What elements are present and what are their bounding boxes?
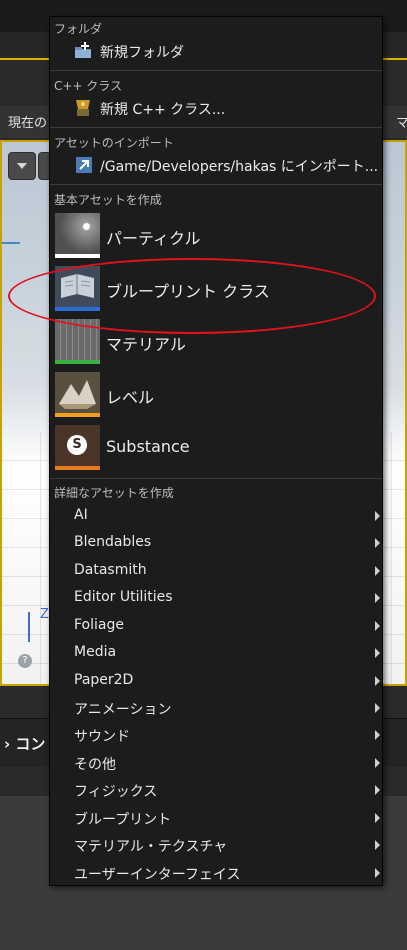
substance-icon: S	[55, 425, 100, 470]
menu-separator	[50, 184, 382, 185]
particle-menu-item[interactable]: パーティクル	[50, 211, 382, 261]
submenu-physics[interactable]: フィジックス	[50, 776, 382, 803]
new-folder-icon	[75, 42, 91, 58]
breadcrumb-label: 現在の	[8, 116, 48, 131]
submenu-foliage[interactable]: Foliage	[50, 612, 382, 639]
submenu-label: Datasmith	[74, 562, 147, 578]
chevron-right-icon	[375, 868, 380, 878]
content-browser-tab-label[interactable]: › コン	[4, 733, 45, 754]
new-cpp-class-menu-item[interactable]: 新規 C++ クラス...	[50, 94, 382, 122]
menu-separator	[50, 127, 382, 128]
import-menu-item[interactable]: /Game/Developers/hakas にインポート...	[50, 151, 382, 179]
submenu-editor-utilities[interactable]: Editor Utilities	[50, 584, 382, 611]
submenu-blendables[interactable]: Blendables	[50, 529, 382, 556]
chevron-right-icon	[375, 785, 380, 795]
level-label: レベル	[106, 388, 155, 407]
menu-separator	[50, 478, 382, 479]
chevron-right-icon	[375, 813, 380, 823]
chevron-right-icon	[375, 593, 380, 603]
substance-menu-item[interactable]: S Substance	[50, 423, 382, 473]
section-header-cpp: C++ クラス	[54, 79, 123, 93]
chevron-right-icon	[375, 538, 380, 548]
chevron-right-icon	[375, 758, 380, 768]
particle-label: パーティクル	[106, 229, 201, 248]
submenu-material-texture[interactable]: マテリアル・テクスチャ	[50, 831, 382, 858]
chevron-right-icon	[375, 648, 380, 658]
chevron-right-icon	[375, 840, 380, 850]
submenu-label: ユーザーインターフェイス	[74, 867, 241, 883]
viewport-options-button[interactable]	[8, 152, 36, 180]
section-header-folder: フォルダ	[54, 22, 103, 36]
submenu-label: Blendables	[74, 534, 152, 550]
submenu-label: その他	[74, 757, 116, 773]
submenu-label: Foliage	[74, 617, 124, 633]
submenu-user-interface[interactable]: ユーザーインターフェイス	[50, 859, 382, 886]
menu-separator	[50, 70, 382, 71]
chevron-down-icon	[17, 163, 27, 169]
cpp-class-icon	[76, 100, 90, 116]
particle-icon	[55, 213, 100, 258]
import-icon	[76, 157, 92, 173]
material-label: マテリアル	[106, 335, 186, 354]
submenu-datasmith[interactable]: Datasmith	[50, 557, 382, 584]
level-icon	[55, 372, 100, 417]
submenu-label: マテリアル・テクスチャ	[74, 839, 228, 855]
help-icon[interactable]: ?	[18, 654, 32, 668]
submenu-blueprint[interactable]: ブループリント	[50, 804, 382, 831]
submenu-sound[interactable]: サウンド	[50, 721, 382, 748]
chevron-right-icon	[375, 621, 380, 631]
section-header-advanced-assets: 詳細なアセットを作成	[54, 486, 174, 500]
submenu-animation[interactable]: アニメーション	[50, 694, 382, 721]
section-header-import: アセットのインポート	[54, 136, 174, 150]
submenu-label: サウンド	[74, 729, 130, 745]
new-folder-menu-item[interactable]: 新規フォルダ	[50, 37, 382, 65]
submenu-label: AI	[74, 507, 88, 523]
chevron-right-icon	[375, 511, 380, 521]
chevron-right-icon	[375, 703, 380, 713]
submenu-media[interactable]: Media	[50, 639, 382, 666]
section-header-basic-assets: 基本アセットを作成	[54, 193, 162, 207]
chevron-right-icon	[375, 566, 380, 576]
level-menu-item[interactable]: レベル	[50, 370, 382, 420]
submenu-label: Paper2D	[74, 672, 134, 688]
chevron-right-icon	[375, 676, 380, 686]
axis-z-label: Z	[40, 607, 49, 622]
submenu-label: Editor Utilities	[74, 589, 173, 605]
new-cpp-class-label: 新規 C++ クラス...	[100, 102, 226, 118]
red-highlight-annotation	[8, 258, 376, 334]
breadcrumb-right-label: マ	[396, 116, 407, 131]
submenu-misc[interactable]: その他	[50, 749, 382, 776]
submenu-label: フィジックス	[74, 784, 158, 800]
submenu-paper2d[interactable]: Paper2D	[50, 667, 382, 694]
submenu-label: Media	[74, 644, 117, 660]
new-folder-label: 新規フォルダ	[100, 45, 184, 61]
add-new-context-menu: フォルダ 新規フォルダ C++ クラス 新規 C++ クラス... アセットのイ…	[49, 16, 383, 886]
submenu-label: アニメーション	[74, 702, 172, 718]
viewport-gizmo-line	[2, 242, 20, 244]
submenu-ai[interactable]: AI	[50, 502, 382, 529]
import-label: /Game/Developers/hakas にインポート...	[100, 159, 379, 175]
submenu-label: ブループリント	[74, 812, 172, 828]
substance-label: Substance	[106, 437, 190, 456]
chevron-right-icon	[375, 730, 380, 740]
